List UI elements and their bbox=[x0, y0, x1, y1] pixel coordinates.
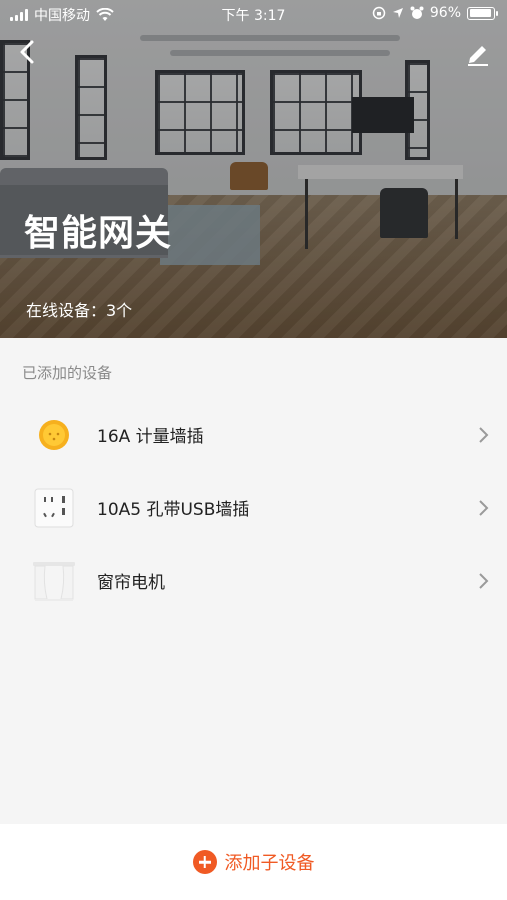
chevron-right-icon bbox=[479, 426, 489, 443]
hero-banner bbox=[0, 0, 507, 338]
plus-circle-icon bbox=[192, 850, 217, 874]
device-name: 16A 计量墙插 bbox=[97, 427, 204, 447]
pencil-icon bbox=[468, 46, 488, 66]
chevron-right-icon bbox=[479, 572, 489, 589]
chevron-right-icon bbox=[479, 499, 489, 516]
battery-percent: 96% bbox=[429, 5, 461, 21]
battery-icon bbox=[467, 6, 498, 20]
device-list: 16A 计量墙插 10A5 孔带USB墙插 窗帘电机 bbox=[0, 398, 507, 617]
section-title: 已添加的设备 bbox=[22, 364, 113, 382]
page-title: 智能网关 bbox=[24, 213, 173, 254]
hero-overlay bbox=[0, 0, 507, 338]
add-subdevice-label: 添加子设备 bbox=[224, 853, 315, 874]
chevron-left-icon bbox=[20, 40, 34, 64]
list-item-device[interactable]: 窗帘电机 bbox=[0, 544, 507, 617]
device-name: 10A5 孔带USB墙插 bbox=[97, 500, 250, 520]
alarm-icon bbox=[410, 6, 424, 19]
curtain-motor-icon bbox=[30, 557, 78, 605]
status-bar: 中国移动 下午 3:17 96% bbox=[0, 0, 507, 28]
list-item-device[interactable]: 10A5 孔带USB墙插 bbox=[0, 471, 507, 544]
usb-wall-socket-icon bbox=[30, 484, 78, 532]
orange-socket-icon bbox=[30, 411, 78, 459]
location-icon bbox=[392, 8, 403, 18]
edit-button[interactable] bbox=[465, 40, 491, 66]
device-name: 窗帘电机 bbox=[97, 573, 165, 593]
rotation-lock-icon bbox=[372, 6, 386, 20]
list-item-device[interactable]: 16A 计量墙插 bbox=[0, 398, 507, 471]
back-button[interactable] bbox=[14, 38, 42, 66]
add-subdevice-button[interactable]: 添加子设备 bbox=[192, 849, 315, 875]
online-device-count: 在线设备：3个 bbox=[26, 301, 133, 320]
bottom-bar: 添加子设备 bbox=[0, 824, 507, 900]
